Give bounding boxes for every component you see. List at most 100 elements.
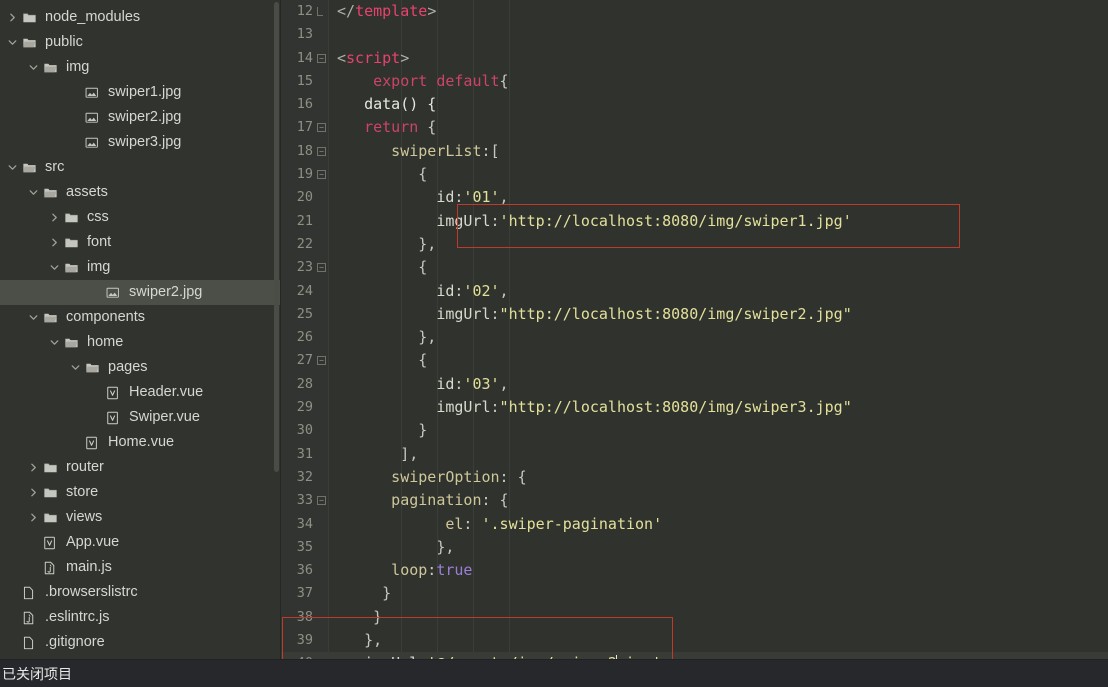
code-line[interactable]: 29 imgUrl:"http://localhost:8080/img/swip… <box>281 396 1108 419</box>
code-line[interactable]: 38} <box>281 606 1108 629</box>
tree-item-components[interactable]: components <box>0 305 281 330</box>
line-number: 13 <box>296 26 313 43</box>
tree-item-src[interactable]: src <box>0 155 281 180</box>
chevron-down-icon[interactable] <box>47 337 61 348</box>
tree-item-css[interactable]: css <box>0 205 281 230</box>
code-line[interactable]: 21 imgUrl:'http://localhost:8080/img/swip… <box>281 210 1108 233</box>
code-line[interactable]: 22}, <box>281 233 1108 256</box>
code-line[interactable]: 28 id:'03', <box>281 373 1108 396</box>
code-line[interactable]: 19− { <box>281 163 1108 186</box>
chevron-down-icon[interactable] <box>26 312 40 323</box>
token-plain: : <box>463 514 482 533</box>
code-text: } <box>373 606 382 629</box>
fold-collapse-icon[interactable]: − <box>317 356 326 366</box>
code-line[interactable]: 35}, <box>281 536 1108 559</box>
tree-item-app-vue[interactable]: App.vue <box>0 530 281 555</box>
tree-item-swiper-vue[interactable]: Swiper.vue <box>0 405 281 430</box>
code-line[interactable]: 27− { <box>281 349 1108 372</box>
chevron-right-icon[interactable] <box>47 212 61 223</box>
fold-collapse-icon[interactable]: − <box>317 263 326 273</box>
tree-item-pages[interactable]: pages <box>0 355 281 380</box>
code-line[interactable]: 15 export default{ <box>281 70 1108 93</box>
folder-open-icon <box>82 361 102 375</box>
chevron-right-icon[interactable] <box>26 512 40 523</box>
code-text: data() { <box>364 93 436 116</box>
tree-item-home[interactable]: home <box>0 330 281 355</box>
tree-item-swiper2-jpg[interactable]: swiper2.jpg <box>0 105 281 130</box>
tree-item-swiper2-jpg[interactable]: swiper2.jpg <box>0 280 281 305</box>
code-line[interactable]: 13 <box>281 23 1108 46</box>
tree-item-assets[interactable]: assets <box>0 180 281 205</box>
sidebar-scrollbar-thumb[interactable] <box>274 2 279 472</box>
chevron-down-icon[interactable] <box>5 162 19 173</box>
fold-collapse-icon[interactable]: − <box>317 496 326 506</box>
code-line[interactable]: 18− swiperList:[ <box>281 140 1108 163</box>
code-line[interactable]: 37} <box>281 582 1108 605</box>
code-text: return { <box>364 116 436 139</box>
code-lines[interactable]: 12 </template> 13 14− <script> 15 export defau… <box>281 0 1108 659</box>
chevron-right-icon[interactable] <box>47 237 61 248</box>
chevron-right-icon[interactable] <box>5 12 19 23</box>
chevron-down-icon[interactable] <box>47 262 61 273</box>
line-number: 19 <box>296 166 313 183</box>
tree-item-router[interactable]: router <box>0 455 281 480</box>
code-line[interactable]: 25 imgUrl:"http://localhost:8080/img/swip… <box>281 303 1108 326</box>
code-line[interactable]: 34 el: '.swiper-pagination' <box>281 513 1108 536</box>
code-line[interactable]: 16 data() { <box>281 93 1108 116</box>
chevron-down-icon[interactable] <box>68 362 82 373</box>
tree-item-views[interactable]: views <box>0 505 281 530</box>
code-line[interactable]: 39}, <box>281 629 1108 652</box>
tree-item-browserslistrc[interactable]: .browserslistrc <box>0 580 281 605</box>
tree-item-img[interactable]: img <box>0 55 281 80</box>
tree-item-main-js[interactable]: main.js <box>0 555 281 580</box>
code-line[interactable]: 36 loop:true <box>281 559 1108 582</box>
tree-item-node-modules[interactable]: node_modules <box>0 5 281 30</box>
folder-icon <box>40 511 60 525</box>
status-bar-message: 已关闭项目 <box>2 665 72 682</box>
code-line[interactable]: 17− return { <box>281 116 1108 139</box>
code-line[interactable]: 12 </template> <box>281 0 1108 23</box>
code-editor[interactable]: 12 </template> 13 14− <script> 15 export defau… <box>281 0 1108 659</box>
token-plain: { <box>418 165 428 184</box>
chevron-down-icon[interactable] <box>26 62 40 73</box>
fold-end-icon[interactable] <box>317 7 323 16</box>
code-line[interactable]: 24 id:'02', <box>281 280 1108 303</box>
tree-item-img[interactable]: img <box>0 255 281 280</box>
tree-item-store[interactable]: store <box>0 480 281 505</box>
tree-item-swiper1-jpg[interactable]: swiper1.jpg <box>0 80 281 105</box>
code-line[interactable]: 31], <box>281 443 1108 466</box>
code-line[interactable]: 14− <script> <box>281 47 1108 70</box>
code-line[interactable]: 33− pagination: { <box>281 489 1108 512</box>
tree-item-header-vue[interactable]: Header.vue <box>0 380 281 405</box>
chevron-down-icon[interactable] <box>26 187 40 198</box>
token-plain: ], <box>400 444 419 463</box>
chevron-down-icon[interactable] <box>5 37 19 48</box>
code-line[interactable]: 30} <box>281 419 1108 442</box>
tree-item-swiper3-jpg[interactable]: swiper3.jpg <box>0 130 281 155</box>
code-line[interactable]: 26}, <box>281 326 1108 349</box>
fold-collapse-icon[interactable]: − <box>317 170 326 180</box>
code-text: }, <box>418 326 436 349</box>
folder-open-icon <box>40 311 60 325</box>
sidebar-scrollbar[interactable] <box>273 0 280 659</box>
fold-collapse-icon[interactable]: − <box>317 146 326 156</box>
code-line[interactable]: 20 id:'01', <box>281 186 1108 209</box>
tree-item-public[interactable]: public <box>0 30 281 55</box>
chevron-right-icon[interactable] <box>26 487 40 498</box>
file-tree[interactable]: node_modules public img swiper1.jpg swiper2.… <box>0 0 281 655</box>
tree-item-home-vue[interactable]: Home.vue <box>0 430 281 455</box>
tree-item-font[interactable]: font <box>0 230 281 255</box>
tree-item-label: public <box>45 34 83 51</box>
fold-collapse-icon[interactable]: − <box>317 123 326 133</box>
code-line[interactable]: 23− { <box>281 256 1108 279</box>
project-file-tree-panel[interactable]: node_modules public img swiper1.jpg swiper2.… <box>0 0 281 659</box>
chevron-right-icon[interactable] <box>26 462 40 473</box>
tree-item-gitignore[interactable]: .gitignore <box>0 630 281 655</box>
code-line[interactable]: 40 imgUrl:'@/assets/img/swiper2.jpg' <box>281 652 1108 659</box>
code-line[interactable]: 32 swiperOption: { <box>281 466 1108 489</box>
tree-item-eslintrc-js[interactable]: .eslintrc.js <box>0 605 281 630</box>
fold-collapse-icon[interactable]: − <box>317 53 326 63</box>
